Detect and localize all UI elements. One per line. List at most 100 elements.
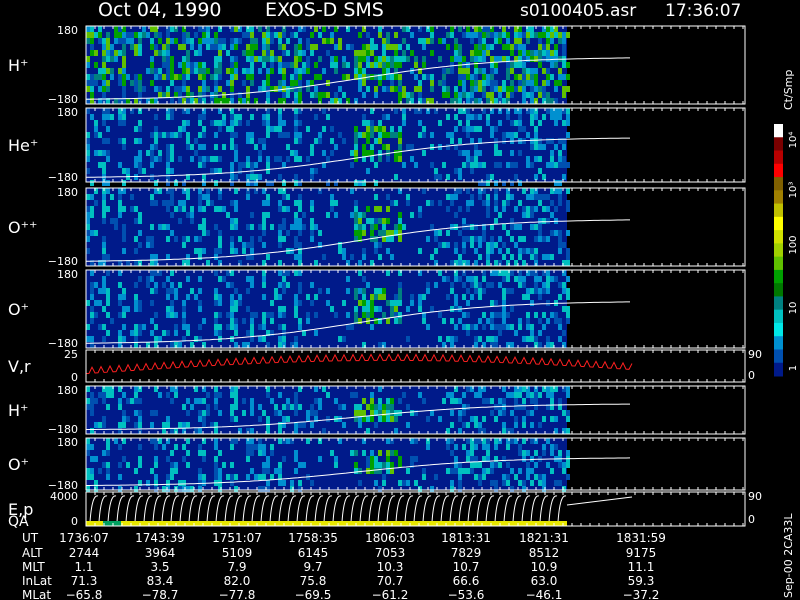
heatmap-cell [406, 200, 410, 206]
heatmap-cell [390, 450, 394, 456]
heatmap-cell [514, 38, 518, 44]
heatmap-cell [222, 144, 226, 150]
heatmap-cell [110, 392, 114, 398]
heatmap-cell [554, 162, 558, 168]
footer-table: UT 1736:07 1743:39 1751:07 1758:35 1806:03 181… [22, 531, 666, 600]
energy-arc [512, 495, 522, 523]
heatmap-cell [298, 254, 302, 260]
heatmap-cell [414, 162, 418, 168]
heatmap-cell [370, 108, 374, 114]
heatmap-cell [546, 462, 550, 468]
heatmap-cell [522, 416, 526, 422]
heatmap-cell [282, 132, 286, 138]
heatmap-cell [122, 336, 126, 342]
heatmap-cell [310, 144, 314, 150]
heatmap-cell [278, 206, 282, 212]
heatmap-cell [402, 50, 406, 56]
heatmap-cell [382, 410, 386, 416]
heatmap-cell [446, 174, 450, 180]
heatmap-cell [218, 56, 222, 62]
heatmap-cell [118, 444, 122, 450]
colorbar-segment [774, 216, 783, 231]
heatmap-cell [298, 288, 302, 294]
heatmap-cell [182, 44, 186, 50]
heatmap-cell [558, 336, 562, 342]
heatmap-cell [146, 150, 150, 156]
heatmap-cell [518, 26, 522, 32]
y2-max-label: 90 [748, 348, 762, 361]
heatmap-cell [270, 318, 274, 324]
heatmap-cell [218, 312, 222, 318]
heatmap-cell [390, 62, 394, 68]
heatmap-cell [294, 294, 298, 300]
heatmap-cell [518, 200, 522, 206]
heatmap-cell [86, 444, 90, 450]
heatmap-cell [494, 38, 498, 44]
heatmap-cell [230, 162, 234, 168]
heatmap-cell [150, 288, 154, 294]
heatmap-cell [510, 120, 514, 126]
heatmap-cell [138, 444, 142, 450]
heatmap-cell [458, 398, 462, 404]
heatmap-cell [530, 162, 534, 168]
heatmap-cell [122, 50, 126, 56]
heatmap-cell [354, 212, 358, 218]
heatmap-cell [218, 300, 222, 306]
heatmap-cell [518, 276, 522, 282]
heatmap-cell [498, 150, 502, 156]
heatmap-cell [390, 306, 394, 312]
heatmap-cell [430, 26, 434, 32]
heatmap-cell [270, 62, 274, 68]
heatmap-cell [566, 462, 570, 468]
energy-arc [98, 495, 108, 523]
heatmap-cell [422, 132, 426, 138]
heatmap-cell [454, 44, 458, 50]
heatmap-cell [494, 242, 498, 248]
energy-arc [476, 495, 486, 523]
heatmap-cell [90, 180, 94, 186]
heatmap-cell [198, 50, 202, 56]
heatmap-cell [518, 80, 522, 86]
heatmap-cell [466, 224, 470, 230]
heatmap-cell [134, 398, 138, 404]
heatmap-cell [198, 468, 202, 474]
heatmap-cell [430, 486, 434, 492]
heatmap-cell [154, 138, 158, 144]
y-min-label: −180 [48, 171, 78, 184]
heatmap-cell [90, 212, 94, 218]
heatmap-cell [398, 74, 402, 80]
heatmap-cell [362, 450, 366, 456]
heatmap-cell [378, 206, 382, 212]
heatmap-cell [138, 230, 142, 236]
heatmap-cell [214, 56, 218, 62]
heatmap-cell [150, 80, 154, 86]
heatmap-cell [134, 392, 138, 398]
heatmap-cell [250, 44, 254, 50]
heatmap-cell [86, 150, 90, 156]
heatmap-cell [206, 410, 210, 416]
heatmap-cell [306, 38, 310, 44]
heatmap-cell [198, 428, 202, 434]
heatmap-cell [206, 26, 210, 32]
heatmap-cell [466, 236, 470, 242]
heatmap-cell [94, 120, 98, 126]
heatmap-cell [562, 468, 566, 474]
cell-value: 1743:39 [135, 531, 185, 545]
heatmap-cell [170, 300, 174, 306]
heatmap-cell [114, 32, 118, 38]
heatmap-cell [530, 26, 534, 32]
heatmap-cell [534, 474, 538, 480]
heatmap-cell [430, 74, 434, 80]
heatmap-cell [458, 468, 462, 474]
heatmap-cell [102, 56, 106, 62]
heatmap-cell [198, 306, 202, 312]
heatmap-cell [498, 282, 502, 288]
heatmap-cell [494, 270, 498, 276]
heatmap-cell [334, 62, 338, 68]
heatmap-cell [278, 230, 282, 236]
heatmap-cell [466, 276, 470, 282]
heatmap-cell [174, 74, 178, 80]
heatmap-cell [258, 336, 262, 342]
heatmap-cell [370, 62, 374, 68]
heatmap-cell [186, 330, 190, 336]
